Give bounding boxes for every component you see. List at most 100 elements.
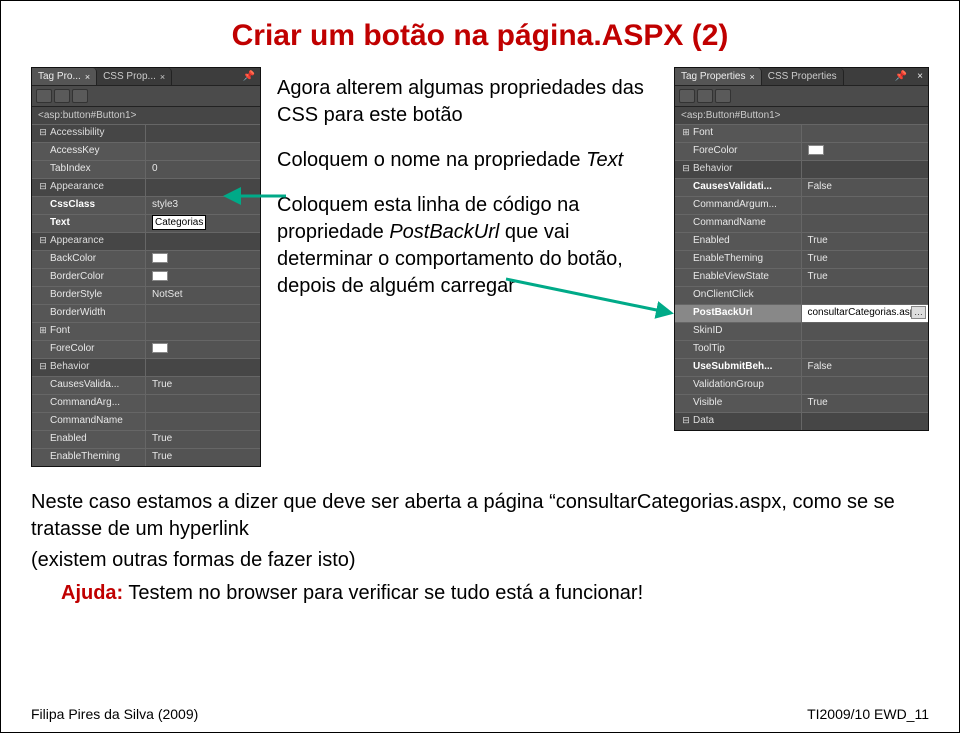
property-row[interactable]: CommandArg... xyxy=(32,394,260,412)
property-value[interactable] xyxy=(802,197,929,214)
close-icon[interactable]: × xyxy=(160,72,165,82)
property-row[interactable]: CommandArgum... xyxy=(675,196,928,214)
expander-icon[interactable]: ⊟ xyxy=(681,415,691,426)
property-value[interactable] xyxy=(146,233,260,250)
property-value[interactable] xyxy=(146,323,260,340)
property-row[interactable]: SkinID xyxy=(675,322,928,340)
color-swatch[interactable] xyxy=(152,343,168,353)
property-value[interactable] xyxy=(802,143,929,160)
property-row[interactable]: CommandName xyxy=(675,214,928,232)
property-row[interactable]: BorderStyleNotSet xyxy=(32,286,260,304)
property-row[interactable]: ⊞Font xyxy=(32,322,260,340)
close-icon[interactable]: × xyxy=(85,72,90,82)
property-row[interactable]: VisibleTrue xyxy=(675,394,928,412)
property-category[interactable]: ⊟Behavior xyxy=(675,160,928,178)
property-value[interactable] xyxy=(802,341,929,358)
property-row[interactable]: ToolTip xyxy=(675,340,928,358)
tab-tag-properties[interactable]: Tag Pro... × xyxy=(32,68,97,85)
property-row[interactable]: EnableThemingTrue xyxy=(32,448,260,466)
expander-icon[interactable]: ⊞ xyxy=(681,127,691,138)
property-category[interactable]: ⊟Data xyxy=(675,412,928,430)
property-value[interactable] xyxy=(146,143,260,160)
property-value[interactable] xyxy=(802,287,929,304)
property-value[interactable]: False xyxy=(802,179,929,196)
close-panel-icon[interactable]: × xyxy=(912,71,928,82)
property-value[interactable] xyxy=(146,269,260,286)
expander-icon[interactable]: ⊟ xyxy=(38,361,48,372)
property-value[interactable] xyxy=(146,395,260,412)
property-row[interactable]: EnableViewStateTrue xyxy=(675,268,928,286)
property-value[interactable]: True xyxy=(802,251,929,268)
expander-icon[interactable]: ⊟ xyxy=(38,235,48,246)
ellipsis-button[interactable]: … xyxy=(911,306,926,319)
property-value[interactable] xyxy=(146,251,260,268)
toolbar-button[interactable] xyxy=(72,89,88,103)
expander-icon[interactable]: ⊟ xyxy=(38,181,48,192)
property-row[interactable]: AccessKey xyxy=(32,142,260,160)
property-value[interactable] xyxy=(802,413,929,430)
property-row[interactable]: EnabledTrue xyxy=(32,430,260,448)
property-value[interactable] xyxy=(146,125,260,142)
property-value[interactable] xyxy=(802,323,929,340)
property-value[interactable]: False xyxy=(802,359,929,376)
property-category[interactable]: ⊟Appearance xyxy=(32,178,260,196)
property-value[interactable] xyxy=(802,377,929,394)
property-row[interactable]: OnClientClick xyxy=(675,286,928,304)
property-value[interactable]: True xyxy=(146,449,260,466)
property-row[interactable]: ForeColor xyxy=(675,142,928,160)
property-row[interactable]: CssClassstyle3 xyxy=(32,196,260,214)
property-value[interactable]: True xyxy=(146,431,260,448)
property-value[interactable] xyxy=(146,305,260,322)
property-value[interactable] xyxy=(802,125,929,142)
property-value[interactable]: NotSet xyxy=(146,287,260,304)
property-row[interactable]: BorderWidth xyxy=(32,304,260,322)
property-value[interactable] xyxy=(146,179,260,196)
tab-tag-properties[interactable]: Tag Properties × xyxy=(675,68,762,85)
expander-icon[interactable]: ⊟ xyxy=(38,127,48,138)
property-row[interactable]: PostBackUrlconsultarCategorias.aspx… xyxy=(675,304,928,322)
property-row[interactable]: ValidationGroup xyxy=(675,376,928,394)
property-category[interactable]: ⊟Behavior xyxy=(32,358,260,376)
close-icon[interactable]: × xyxy=(749,72,754,82)
property-value[interactable]: True xyxy=(802,395,929,412)
property-value[interactable]: True xyxy=(146,377,260,394)
property-row[interactable]: BackColor xyxy=(32,250,260,268)
color-swatch[interactable] xyxy=(152,253,168,263)
color-swatch[interactable] xyxy=(152,271,168,281)
property-row[interactable]: ⊞Font xyxy=(675,124,928,142)
color-swatch[interactable] xyxy=(808,145,824,155)
property-value[interactable]: True xyxy=(802,233,929,250)
property-row[interactable]: EnabledTrue xyxy=(675,232,928,250)
property-value[interactable]: 0 xyxy=(146,161,260,178)
property-row[interactable]: CommandName xyxy=(32,412,260,430)
property-row[interactable]: ForeColor xyxy=(32,340,260,358)
property-row[interactable]: EnableThemingTrue xyxy=(675,250,928,268)
toolbar-button[interactable] xyxy=(697,89,713,103)
property-value[interactable]: Categorias xyxy=(146,215,260,232)
toolbar-button[interactable] xyxy=(715,89,731,103)
property-value[interactable] xyxy=(802,161,929,178)
property-row[interactable]: UseSubmitBeh...False xyxy=(675,358,928,376)
property-value[interactable] xyxy=(146,413,260,430)
toolbar-button[interactable] xyxy=(36,89,52,103)
property-value[interactable]: consultarCategorias.aspx… xyxy=(802,305,929,322)
property-row[interactable]: CausesValidati...False xyxy=(675,178,928,196)
pin-icon[interactable]: 📌 xyxy=(890,71,912,82)
pin-icon[interactable]: 📌 xyxy=(238,71,260,82)
property-value[interactable] xyxy=(146,341,260,358)
tab-css-properties[interactable]: CSS Prop... × xyxy=(97,68,172,85)
property-row[interactable]: TabIndex0 xyxy=(32,160,260,178)
property-value[interactable]: True xyxy=(802,269,929,286)
property-value-editing[interactable]: Categorias xyxy=(152,215,206,230)
property-value[interactable] xyxy=(802,215,929,232)
toolbar-button[interactable] xyxy=(54,89,70,103)
property-value[interactable]: style3 xyxy=(146,197,260,214)
property-row[interactable]: TextCategorias xyxy=(32,214,260,232)
toolbar-button[interactable] xyxy=(679,89,695,103)
expander-icon[interactable]: ⊟ xyxy=(681,163,691,174)
property-category[interactable]: ⊟Accessibility xyxy=(32,124,260,142)
property-row[interactable]: CausesValida...True xyxy=(32,376,260,394)
property-category[interactable]: ⊟Appearance xyxy=(32,232,260,250)
tab-css-properties[interactable]: CSS Properties xyxy=(762,68,844,85)
property-value[interactable] xyxy=(146,359,260,376)
